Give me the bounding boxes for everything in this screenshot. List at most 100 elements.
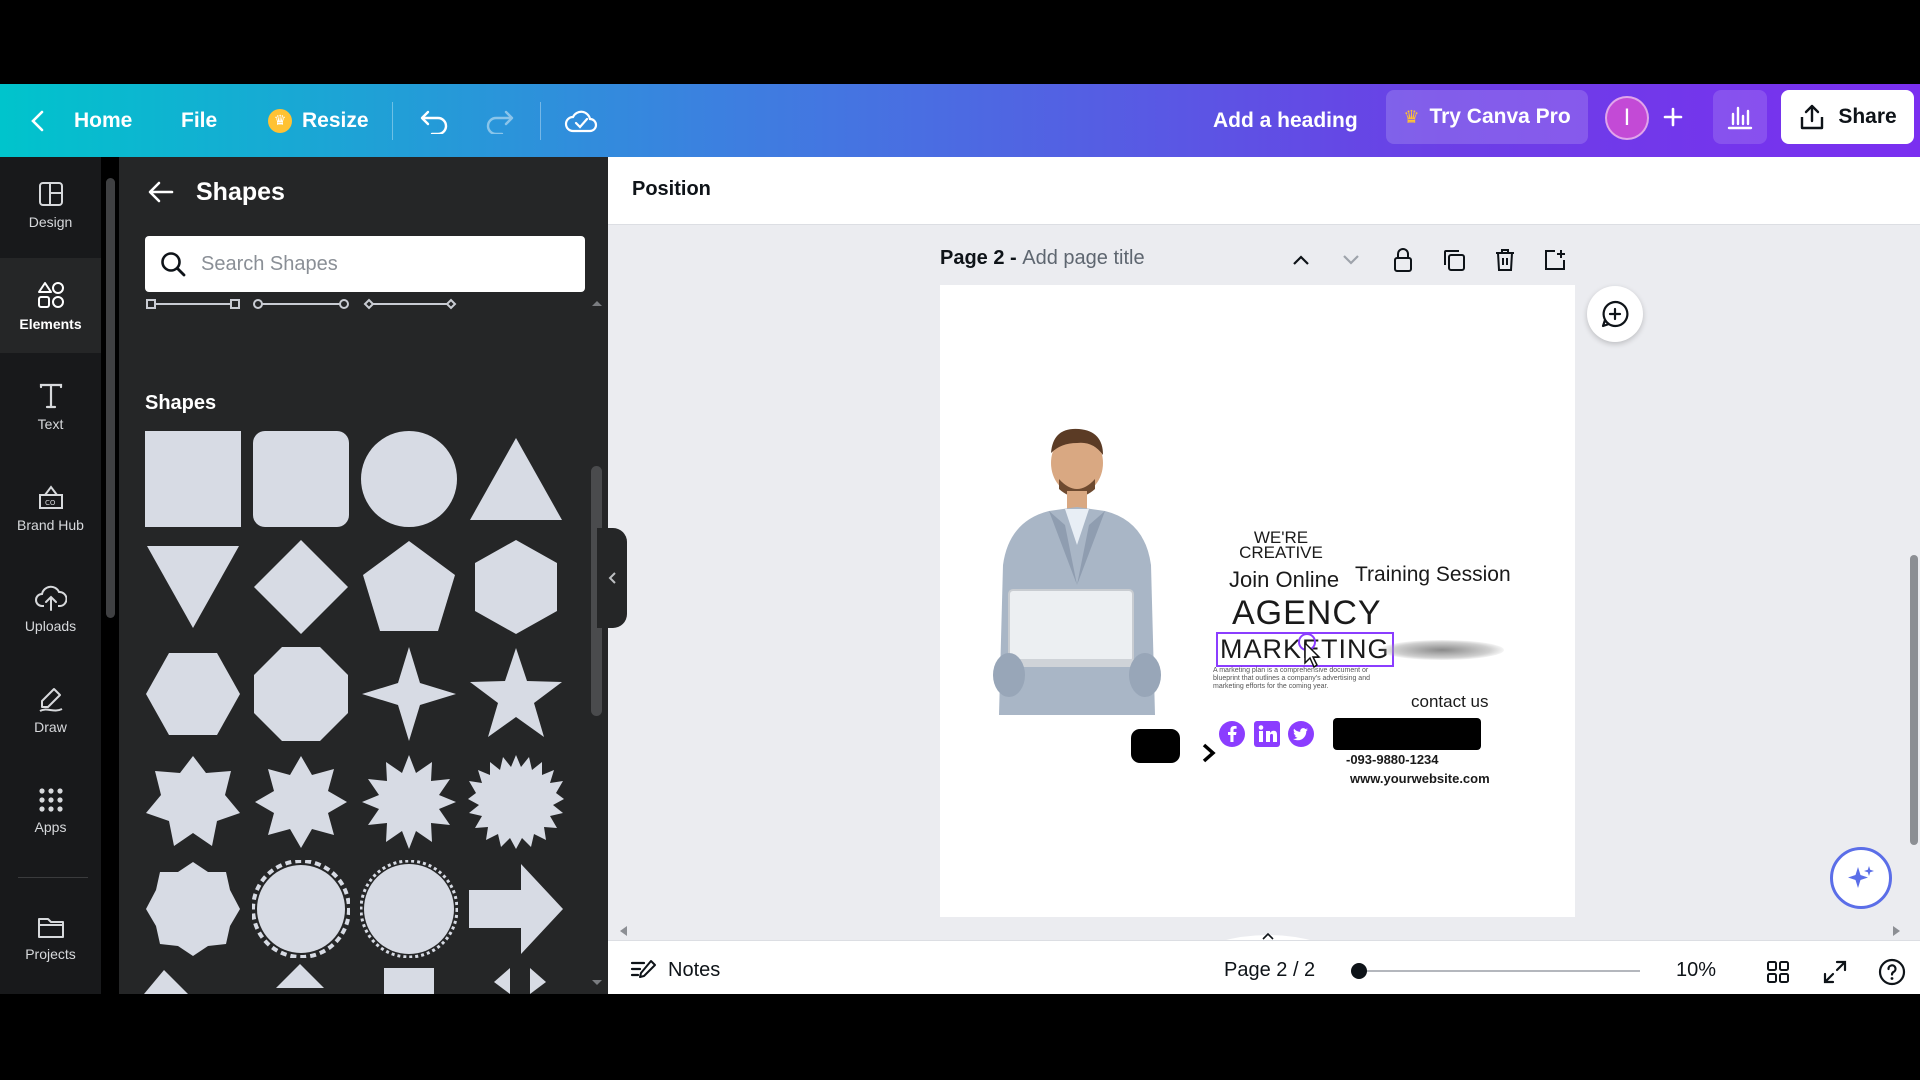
shape-8-point-star[interactable] [252, 753, 350, 851]
try-canva-pro-button[interactable]: ♛ Try Canva Pro [1386, 90, 1588, 144]
collapse-panel-button[interactable] [597, 528, 627, 628]
shape-4-point-star[interactable] [360, 645, 458, 743]
shape-seal[interactable] [252, 860, 350, 958]
shape-octagon-star[interactable] [144, 860, 242, 958]
design-chevron-right-icon[interactable] [1201, 742, 1217, 764]
file-menu-button[interactable]: File [181, 84, 217, 157]
add-heading-button[interactable]: Add a heading [1213, 84, 1358, 157]
shape-7-point-star[interactable] [144, 753, 242, 851]
shape-octagon[interactable] [252, 645, 350, 743]
header-divider [392, 102, 393, 140]
shape-5-point-star[interactable] [467, 645, 565, 743]
shape-starburst[interactable] [467, 753, 565, 851]
design-shadow-blob[interactable] [1380, 640, 1504, 660]
shape-hexagon[interactable] [467, 538, 565, 636]
magic-assistant-button[interactable] [1830, 847, 1892, 909]
add-collaborator-button[interactable] [1646, 90, 1700, 144]
back-button[interactable] [148, 180, 174, 209]
shape-circle[interactable] [360, 430, 458, 528]
undo-button[interactable] [420, 84, 450, 157]
diamond-shape-icon [254, 540, 348, 634]
grid-view-button[interactable] [1762, 956, 1794, 988]
twitter-icon[interactable] [1287, 720, 1315, 748]
scroll-down-arrow-icon[interactable] [590, 978, 604, 988]
rounded-square-shape-icon [253, 431, 349, 527]
redo-button[interactable] [484, 84, 514, 157]
shape-arrow-right[interactable] [467, 860, 565, 958]
avatar[interactable]: I [1605, 96, 1649, 140]
rail-label: Elements [19, 315, 82, 332]
zoom-level[interactable]: 10% [1676, 959, 1716, 982]
shape-triangle[interactable] [467, 430, 565, 528]
more-shapes-peek [144, 964, 546, 994]
design-text-creative[interactable]: WE'RE CREATIVE [1238, 529, 1324, 561]
design-black-pill[interactable] [1131, 729, 1180, 763]
rail-item-design[interactable]: Design [0, 157, 101, 252]
shape-diamond[interactable] [252, 538, 350, 636]
design-text-training-session[interactable]: Training Session [1355, 563, 1511, 587]
search-field[interactable] [145, 236, 585, 292]
design-text-agency[interactable]: AGENCY [1232, 594, 1382, 633]
share-label: Share [1838, 105, 1897, 128]
design-text-join-online[interactable]: Join Online [1229, 567, 1339, 593]
design-text-paragraph[interactable]: A marketing plan is a comprehensive docu… [1213, 667, 1383, 691]
design-black-rectangle[interactable] [1333, 718, 1481, 750]
shape-badge[interactable] [360, 860, 458, 958]
shape-hexagon-horizontal[interactable] [144, 645, 242, 743]
duplicate-page-button[interactable] [1439, 245, 1469, 275]
letterbox-top [0, 0, 1920, 84]
page-down-button[interactable] [1336, 245, 1366, 275]
facebook-icon[interactable] [1218, 720, 1246, 748]
bar-chart-icon [1727, 106, 1753, 130]
shape-pentagon[interactable] [360, 538, 458, 636]
page-count[interactable]: Page 2 / 2 [1224, 959, 1315, 982]
elements-icon [37, 281, 64, 308]
rail-item-draw[interactable]: Draw [0, 662, 101, 757]
page-up-button[interactable] [1286, 245, 1316, 275]
delete-page-button[interactable] [1490, 245, 1520, 275]
add-page-button[interactable] [1540, 245, 1570, 275]
design-text-website[interactable]: www.yourwebsite.com [1350, 771, 1490, 786]
rail-item-apps[interactable]: Apps [0, 763, 101, 858]
twelve-point-star-shape-icon [362, 755, 456, 849]
help-button[interactable] [1876, 956, 1908, 988]
scroll-up-arrow-icon[interactable] [590, 298, 604, 308]
lock-page-button[interactable] [1388, 245, 1418, 275]
line-shapes-row[interactable] [145, 296, 465, 312]
rail-item-projects[interactable]: Projects [0, 890, 101, 985]
rail-scrollbar[interactable] [106, 178, 115, 618]
notes-button[interactable]: Notes [630, 958, 720, 982]
shape-square[interactable] [144, 430, 242, 528]
resize-button[interactable]: ♛ Resize [268, 84, 369, 157]
rail-label: Uploads [24, 617, 77, 634]
share-button[interactable]: Share [1781, 90, 1914, 144]
octagon-shape-icon [254, 647, 348, 741]
shapes-section-title: Shapes [145, 392, 217, 414]
page-title-label[interactable]: Page 2 - Add page title [940, 247, 1145, 270]
canvas-vertical-scrollbar[interactable] [1910, 555, 1918, 845]
design-text-phone[interactable]: -093-9880-1234 [1346, 752, 1439, 767]
rail-item-text[interactable]: Text [0, 359, 101, 454]
shape-rounded-square[interactable] [252, 430, 350, 528]
position-button[interactable]: Position [632, 178, 711, 201]
businessman-photo[interactable] [979, 425, 1175, 715]
fullscreen-button[interactable] [1819, 956, 1851, 988]
shape-12-point-star[interactable] [360, 753, 458, 851]
design-text-contact[interactable]: contact us [1411, 692, 1489, 712]
add-comment-button[interactable] [1587, 286, 1643, 342]
zoom-slider-handle[interactable] [1351, 963, 1367, 979]
zoom-slider-track[interactable] [1358, 970, 1640, 972]
insights-button[interactable] [1713, 90, 1767, 144]
save-status-button[interactable] [564, 84, 598, 157]
page-title-placeholder[interactable]: Add page title [1022, 247, 1144, 269]
search-input[interactable] [201, 252, 561, 276]
rail-item-elements[interactable]: Elements [0, 258, 101, 353]
shape-inverted-triangle[interactable] [144, 538, 242, 636]
home-button[interactable]: Home [30, 84, 132, 157]
badge-shape-icon [360, 860, 458, 958]
rail-item-uploads[interactable]: Uploads [0, 561, 101, 656]
pro-label: Try Canva Pro [1429, 105, 1571, 128]
linkedin-icon[interactable] [1253, 720, 1281, 748]
chevron-down-icon [1343, 255, 1359, 265]
rail-item-brand-hub[interactable]: CO Brand Hub [0, 460, 101, 555]
